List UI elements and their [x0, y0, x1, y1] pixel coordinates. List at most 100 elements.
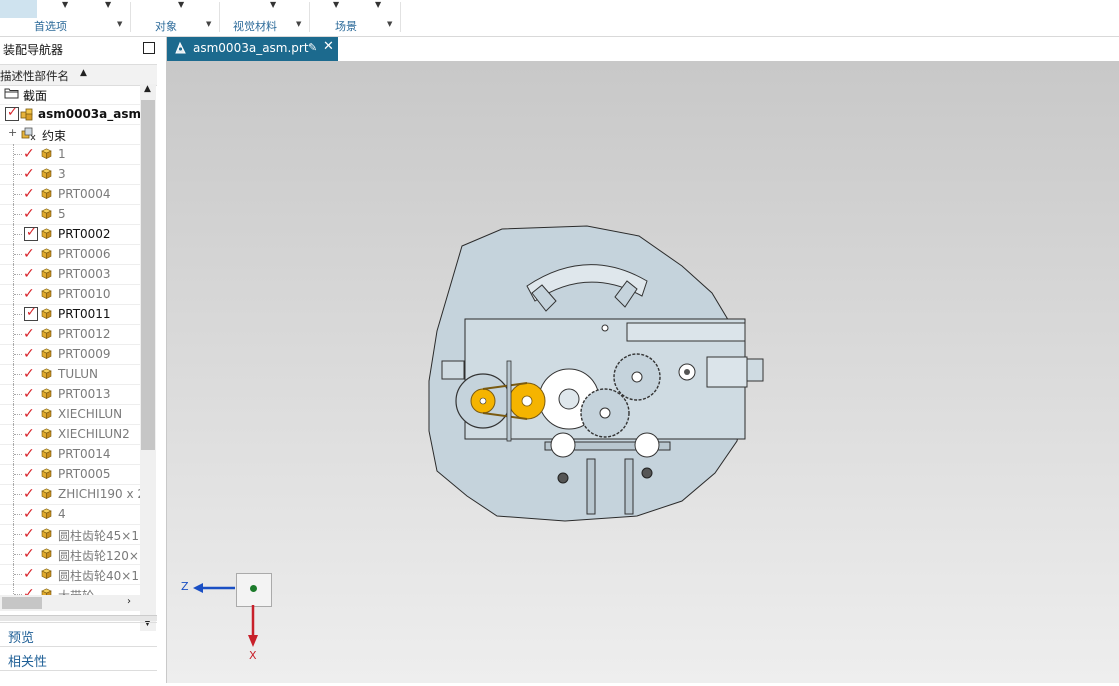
visibility-check-icon[interactable]: ✓: [23, 466, 35, 482]
tree-connector: [14, 334, 22, 335]
dropdown-arrow-icon[interactable]: ▼: [62, 0, 68, 9]
visibility-check-icon[interactable]: ✓: [23, 186, 35, 202]
scroll-right-icon[interactable]: ›: [127, 596, 131, 607]
tree-row-component[interactable]: ✓ PRT0003: [0, 264, 140, 285]
tree-row-component[interactable]: ✓ XIECHILUN2: [0, 424, 140, 445]
tree-row-root[interactable]: ✓ asm0003a_asm (: [0, 104, 140, 125]
ribbon-toolbar: ▼ ▼ ▼ ▼ ▼ ▼ 首选项 ▼ 对象 ▼ 视觉材料 ▼ 场景 ▼: [0, 0, 1119, 37]
dropdown-arrow-icon[interactable]: ▼: [178, 0, 184, 9]
dependencies-panel-header[interactable]: 相关性: [8, 651, 47, 670]
ribbon-group-object[interactable]: 对象: [155, 18, 177, 34]
expand-icon[interactable]: +: [8, 126, 17, 139]
dropdown-arrow-icon[interactable]: ▼: [333, 0, 339, 9]
visibility-check-icon[interactable]: ✓: [23, 346, 35, 362]
navigator-vertical-scrollbar[interactable]: ▲ ▼: [140, 84, 156, 631]
component-cube-icon: [41, 228, 52, 239]
component-cube-icon: [41, 328, 52, 339]
group-expand-icon[interactable]: ▼: [206, 20, 211, 28]
group-expand-icon[interactable]: ▼: [117, 20, 122, 28]
ribbon-group-preferences[interactable]: 首选项: [34, 18, 67, 34]
vertical-slider: [586, 458, 596, 515]
ribbon-group-visual-materials[interactable]: 视觉材料: [233, 18, 277, 34]
edit-icon[interactable]: ✎: [308, 41, 317, 54]
ribbon-group-scene[interactable]: 场景: [335, 18, 357, 34]
right-bracket: [744, 358, 764, 382]
tree-row-component[interactable]: ✓ 圆柱齿轮120×1: [0, 544, 140, 565]
group-expand-icon[interactable]: ▼: [296, 20, 301, 28]
tree-row-component[interactable]: ✓ PRT0011: [0, 304, 140, 325]
tree-row-component[interactable]: ✓ 3: [0, 164, 140, 185]
tree-row-component[interactable]: ✓ PRT0010: [0, 284, 140, 305]
scrollbar-thumb[interactable]: [2, 597, 42, 609]
section-label: 截面: [23, 89, 48, 103]
z-axis-arrow-icon: [193, 583, 203, 593]
tree-row-component[interactable]: ✓ 4: [0, 504, 140, 525]
visibility-check-icon[interactable]: ✓: [23, 546, 35, 562]
visibility-check-icon[interactable]: ✓: [23, 486, 35, 502]
group-expand-icon[interactable]: ▼: [387, 20, 392, 28]
component-label: PRT0012: [58, 327, 111, 341]
graphics-viewport[interactable]: Z X: [167, 61, 1119, 683]
visibility-check-icon[interactable]: ✓: [23, 386, 35, 402]
dropdown-arrow-icon[interactable]: ▼: [105, 0, 111, 9]
tree-row-constraints[interactable]: + 约束: [0, 124, 140, 145]
visibility-check-icon[interactable]: ✓: [23, 366, 35, 382]
tree-row-component[interactable]: ✓ ZHICHI190 x 2: [0, 484, 140, 505]
tree-row-component[interactable]: ✓ XIECHILUN: [0, 404, 140, 425]
tree-row-section[interactable]: 截面: [0, 84, 140, 105]
tree-row-component[interactable]: ✓ PRT0012: [0, 324, 140, 345]
visibility-check-icon[interactable]: ✓: [23, 246, 35, 262]
tree-row-component[interactable]: ✓ PRT0009: [0, 344, 140, 365]
tree-row-component[interactable]: ✓ 圆柱齿轮40×1.: [0, 564, 140, 585]
visibility-check-icon[interactable]: ✓: [23, 566, 35, 582]
visibility-check-icon[interactable]: ✓: [23, 266, 35, 282]
navigator-horizontal-scrollbar[interactable]: ›: [0, 595, 140, 611]
visibility-check-icon[interactable]: ✓: [23, 506, 35, 522]
tree-row-component[interactable]: ✓ PRT0002: [0, 224, 140, 245]
visibility-check-icon[interactable]: ✓: [23, 166, 35, 182]
visibility-checkbox[interactable]: ✓: [5, 105, 19, 121]
x-axis-arrow-icon: [248, 635, 258, 647]
visibility-check-icon[interactable]: ✓: [23, 526, 35, 542]
tree-row-component[interactable]: ✓ 1: [0, 144, 140, 165]
ribbon-highlight[interactable]: [0, 0, 37, 18]
sort-ascending-icon[interactable]: ▲: [80, 68, 87, 78]
scroll-up-icon[interactable]: ▲: [144, 84, 151, 94]
tree-row-component[interactable]: ✓ 5: [0, 204, 140, 225]
component-label: TULUN: [58, 367, 98, 381]
tree-row-component[interactable]: ✓ PRT0005: [0, 464, 140, 485]
tree-connector: [14, 274, 22, 275]
visibility-checkbox[interactable]: ✓: [24, 225, 38, 241]
tree-row-component[interactable]: ✓ PRT0004: [0, 184, 140, 205]
visibility-check-icon[interactable]: ✓: [23, 426, 35, 442]
dropdown-arrow-icon[interactable]: ▼: [375, 0, 381, 9]
visibility-check-icon[interactable]: ✓: [23, 286, 35, 302]
tree-row-component[interactable]: ✓ PRT0014: [0, 444, 140, 465]
close-icon[interactable]: ✕: [323, 39, 334, 54]
document-tab-title: asm0003a_asm.prt: [193, 41, 309, 55]
tree-row-component[interactable]: ✓ PRT0006: [0, 244, 140, 265]
assembly-model-view[interactable]: [167, 61, 1119, 683]
component-cube-icon: [41, 388, 52, 399]
column-header-label: 描述性部件名: [0, 69, 69, 83]
tree-row-component[interactable]: ✓ TULUN: [0, 364, 140, 385]
maximize-icon[interactable]: [143, 42, 155, 54]
document-tab[interactable]: asm0003a_asm.prt ✎ ✕: [167, 37, 338, 61]
tree-row-component[interactable]: ✓ PRT0013: [0, 384, 140, 405]
column-header[interactable]: 描述性部件名 ▲: [0, 64, 157, 86]
component-label: PRT0005: [58, 467, 111, 481]
constraints-label: 约束: [42, 129, 67, 143]
component-cube-icon: [41, 528, 52, 539]
visibility-check-icon[interactable]: ✓: [23, 406, 35, 422]
visibility-check-icon[interactable]: ✓: [23, 326, 35, 342]
preview-panel-header[interactable]: 预览: [8, 627, 34, 646]
tree-connector: [14, 354, 22, 355]
visibility-check-icon[interactable]: ✓: [23, 146, 35, 162]
visibility-checkbox[interactable]: ✓: [24, 305, 38, 321]
tree-row-component[interactable]: ✓ 圆柱齿轮45×1.: [0, 524, 140, 545]
panel-splitter[interactable]: [0, 615, 157, 621]
dropdown-arrow-icon[interactable]: ▼: [270, 0, 276, 9]
visibility-check-icon[interactable]: ✓: [23, 206, 35, 222]
visibility-check-icon[interactable]: ✓: [23, 446, 35, 462]
scrollbar-thumb[interactable]: [141, 100, 155, 450]
